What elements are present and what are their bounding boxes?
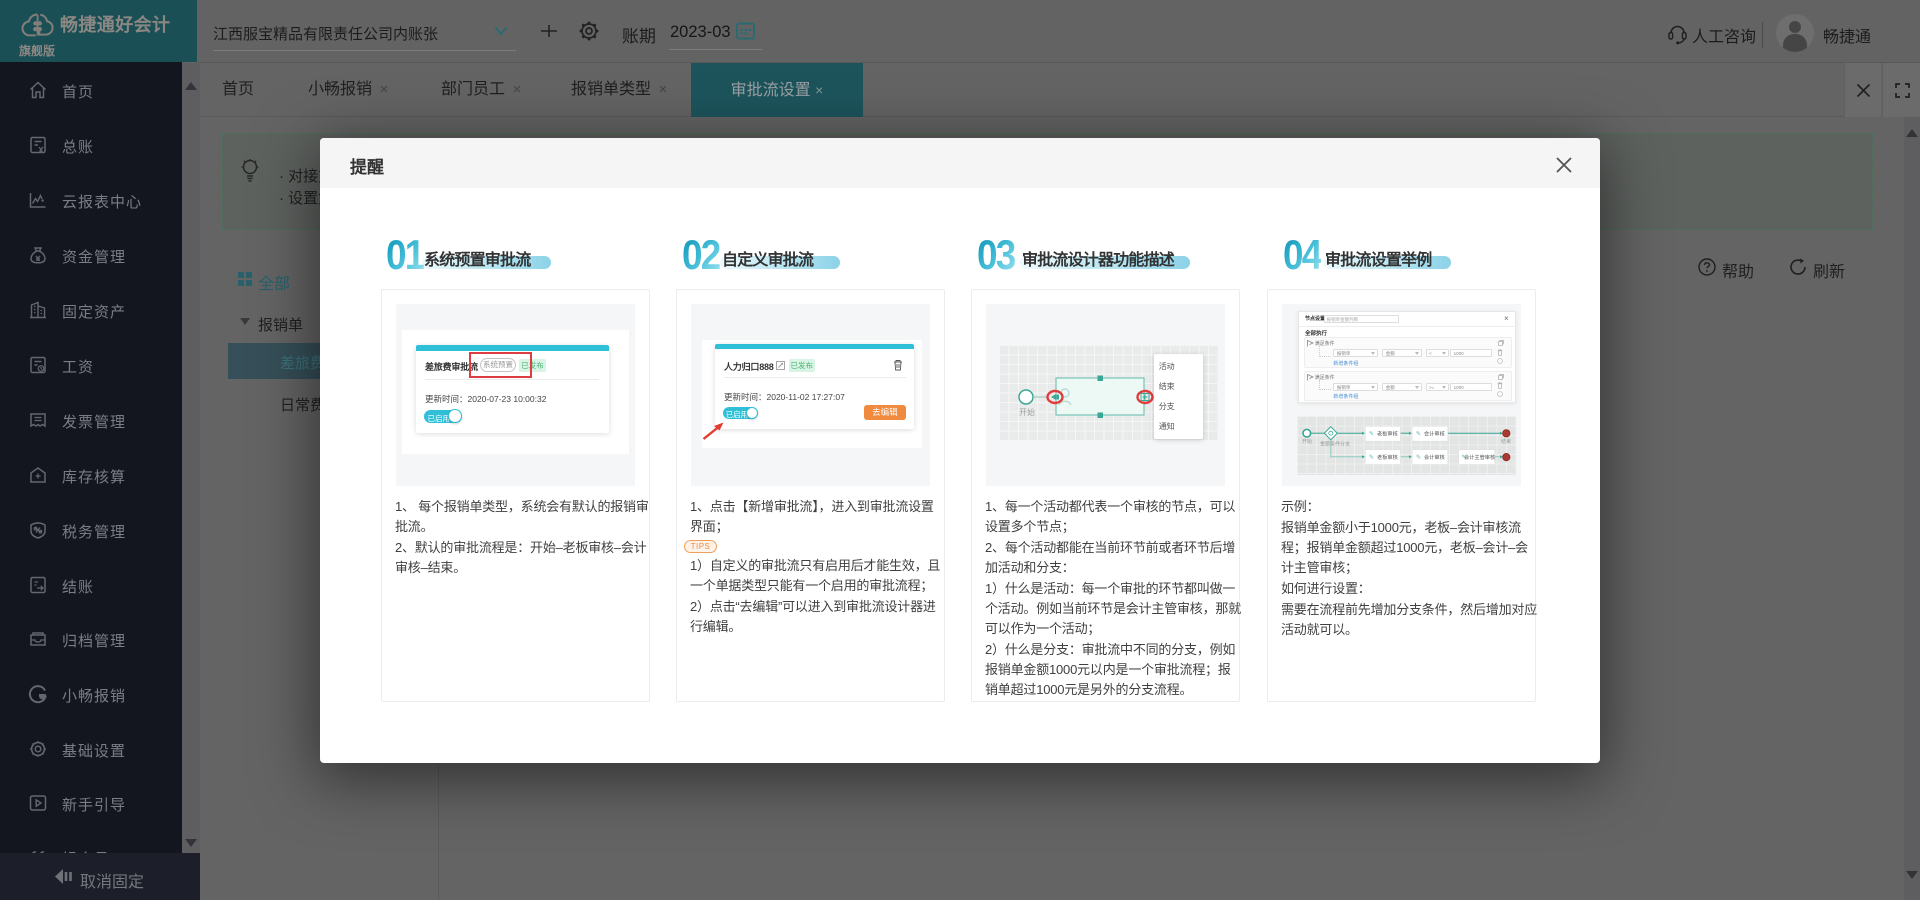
svg-text:会计审核: 会计审核	[1424, 429, 1445, 437]
svg-text:开始: 开始	[1019, 407, 1035, 417]
svg-text:✎: ✎	[1416, 430, 1421, 437]
svg-text:结束: 结束	[1501, 438, 1511, 445]
svg-text:会计审核: 会计审核	[1424, 453, 1445, 461]
svg-text:✎: ✎	[1462, 454, 1467, 461]
svg-text:老板审核: 老板审核	[1377, 429, 1398, 437]
svg-text:会计主管审核: 会计主管审核	[1464, 453, 1495, 461]
svg-text:✎: ✎	[1369, 430, 1374, 437]
svg-text:✎: ✎	[1369, 454, 1374, 461]
svg-text:✎: ✎	[1416, 454, 1421, 461]
svg-text:开始: 开始	[1302, 438, 1312, 445]
svg-text:老板审核: 老板审核	[1377, 453, 1398, 461]
svg-text:金额条件分支: 金额条件分支	[1320, 440, 1350, 447]
